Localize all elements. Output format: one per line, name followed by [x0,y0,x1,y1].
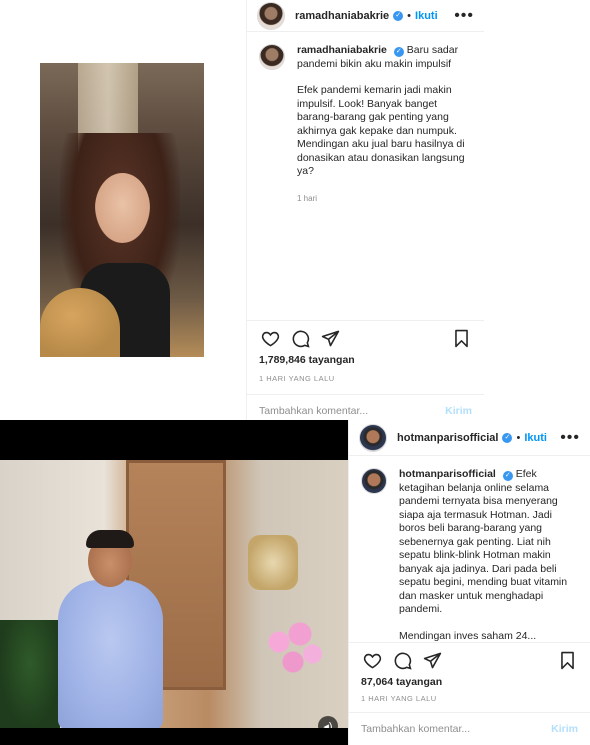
caption-avatar[interactable] [259,44,285,70]
verified-badge-icon: ✓ [502,432,513,443]
comment-icon[interactable] [391,650,413,672]
orchid-flowers [258,610,328,690]
more-options-icon[interactable]: ••• [454,7,474,24]
post-side-panel: ramadhaniabakrie ✓ • Ikuti ••• ramadhani… [246,0,484,420]
comment-box: Tambahkan komentar... Kirim [349,712,590,744]
caption-text: Efek ketagihan belanja online selama pan… [399,468,568,615]
verified-badge-icon: ✓ [502,471,513,481]
person-face [95,173,150,243]
action-bar [247,320,484,356]
view-count[interactable]: 1,789,846 tayangan [259,354,355,366]
person-robe [58,580,163,728]
username[interactable]: hotmanparisofficial [397,432,498,444]
paper-plane-icon[interactable] [319,328,341,350]
caption-username[interactable]: ramadhaniabakrie [297,44,387,56]
caption-username[interactable]: hotmanparisofficial [399,468,496,480]
post-header: hotmanparisofficial ✓ • Ikuti ••• [349,420,590,456]
comment-input[interactable]: Tambahkan komentar... [361,723,470,735]
avatar[interactable] [359,423,387,452]
action-bar [349,642,590,678]
post-date: 1 HARI YANG LALU [259,374,335,383]
separator-dot: • [516,431,521,444]
post-date: 1 HARI YANG LALU [361,694,437,703]
follow-button[interactable]: Ikuti [524,432,547,444]
verified-badge-icon: ✓ [393,47,404,57]
caption-body: ramadhaniabakrie ✓ Baru sadar pandemi bi… [297,44,472,205]
caption-time: 1 hari [297,193,318,203]
video-player[interactable]: ◂) [0,460,348,728]
bookmark-icon[interactable] [556,650,578,672]
paper-plane-icon[interactable] [421,650,443,672]
caption-avatar[interactable] [361,468,387,494]
person-hair [86,530,134,548]
separator-dot: • [407,9,412,22]
caption: hotmanparisofficial ✓ Efek ketagihan bel… [349,456,590,643]
view-count[interactable]: 87,064 tayangan [361,676,442,688]
video-player[interactable] [40,63,204,357]
send-button[interactable]: Kirim [551,723,578,735]
post-side-panel: hotmanparisofficial ✓ • Ikuti ••• hotman… [348,420,590,745]
follow-button[interactable]: Ikuti [415,10,438,22]
username[interactable]: ramadhaniabakrie [295,10,389,22]
caption-text: Efek pandemi kemarin jadi makin impulsif… [297,84,465,177]
more-options-icon[interactable]: ••• [560,429,580,446]
speaker-icon[interactable]: ◂) [318,716,338,728]
background-vase [248,535,298,590]
post-media [0,0,246,420]
caption-cut-text: Mendingan inves saham 24... [399,629,537,642]
bookmark-icon[interactable] [450,328,472,350]
send-button[interactable]: Kirim [445,405,472,417]
caption-body: hotmanparisofficial ✓ Efek ketagihan bel… [399,468,578,643]
verified-badge-icon: ✓ [393,10,404,21]
comment-icon[interactable] [289,328,311,350]
heart-icon[interactable] [361,650,383,672]
heart-icon[interactable] [259,328,281,350]
comment-input[interactable]: Tambahkan komentar... [259,405,368,417]
plant-left [0,620,60,728]
post-media: ◂) [0,420,348,745]
post-ramadhaniabakrie: ramadhaniabakrie ✓ • Ikuti ••• ramadhani… [0,0,590,420]
post-hotmanparisofficial: ◂) hotmanparisofficial ✓ • Ikuti ••• hot… [0,420,590,745]
avatar[interactable] [257,1,285,30]
caption: ramadhaniabakrie ✓ Baru sadar pandemi bi… [247,32,484,205]
post-header: ramadhaniabakrie ✓ • Ikuti ••• [247,0,484,32]
